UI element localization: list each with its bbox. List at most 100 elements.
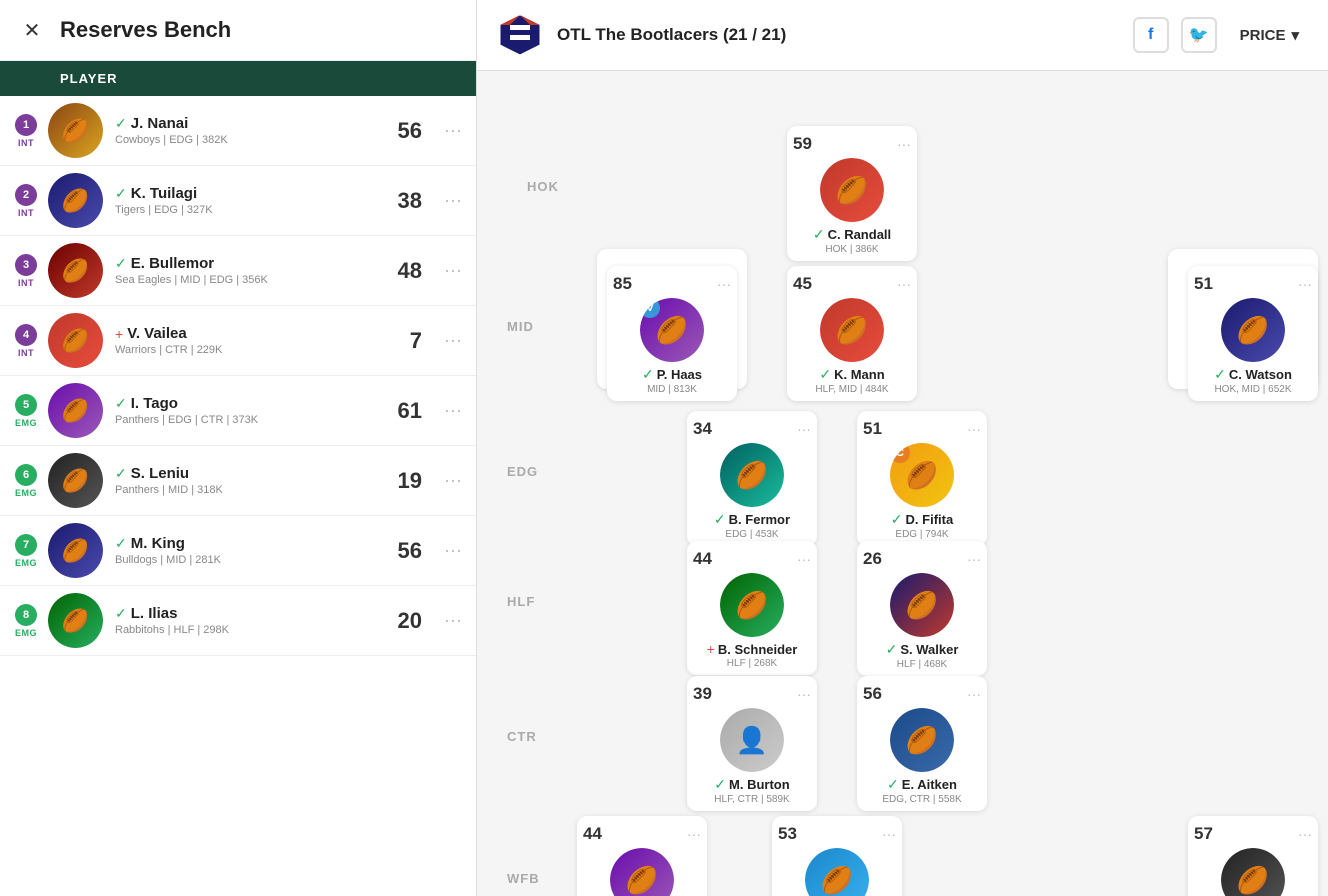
- card-top-schneider: 44 ···: [693, 549, 811, 569]
- avatar-img-fermor: 🏉: [720, 443, 784, 507]
- status-icon-burton: ✓: [714, 776, 726, 793]
- more-fermor[interactable]: ···: [797, 421, 811, 437]
- close-button[interactable]: ✕: [18, 16, 46, 44]
- avatar-schneider: 🏉: [720, 573, 784, 637]
- avatar-img: 🏉: [48, 593, 103, 648]
- name-watson: C. Watson: [1229, 367, 1292, 382]
- injury-icon: +: [115, 326, 123, 342]
- player-name-row: ✓ S. Leniu: [115, 465, 392, 482]
- player-card-hynes: 53 ··· 🏉 ✓ N. Hynes HLF, WFB | 612K: [772, 816, 902, 896]
- more-watson[interactable]: ···: [1298, 276, 1312, 292]
- card-top-mann: 45 ···: [793, 274, 911, 294]
- player-row: 6 EMG 🏉 ✓ S. Leniu Panthers | MID | 318K…: [0, 446, 476, 516]
- more-randall[interactable]: ···: [897, 136, 911, 152]
- badge-col: 4 INT: [10, 324, 42, 358]
- price-label: PRICE: [1240, 27, 1286, 44]
- avatar-img-mann: 🏉: [820, 298, 884, 362]
- player-meta: Panthers | EDG | CTR | 373K: [115, 414, 392, 426]
- avatar-img: 🏉: [48, 383, 103, 438]
- name-row-mann: ✓ K. Mann: [819, 366, 884, 383]
- player-card-walker: 26 ··· 🏉 ✓ S. Walker HLF | 468K: [857, 541, 987, 676]
- more-options-button[interactable]: ···: [440, 186, 466, 215]
- avatar-img: 🏉: [48, 103, 103, 158]
- zone-wfb: WFB: [507, 871, 540, 886]
- player-score: 19: [398, 468, 422, 494]
- badge-number: 1: [15, 114, 37, 136]
- more-mann[interactable]: ···: [897, 276, 911, 292]
- badge-number: 4: [15, 324, 37, 346]
- player-row: 2 INT 🏉 ✓ K. Tuilagi Tigers | EDG | 327K…: [0, 166, 476, 236]
- name-row-schneider: + B. Schneider: [707, 641, 798, 657]
- avatar-hynes: 🏉: [805, 848, 869, 896]
- more-crichton[interactable]: ···: [1298, 826, 1312, 842]
- player-column-header: PLAYER: [0, 61, 476, 96]
- more-options-button[interactable]: ···: [440, 256, 466, 285]
- more-aitken[interactable]: ···: [967, 686, 981, 702]
- more-walker[interactable]: ···: [967, 551, 981, 567]
- avatar-burton: 👤: [720, 708, 784, 772]
- reserves-bench-panel: ✕ Reserves Bench PLAYER 1 INT 🏉 ✓ J. Nan…: [0, 0, 477, 896]
- more-burton[interactable]: ···: [797, 686, 811, 702]
- score-fifita: 51: [863, 419, 882, 439]
- player-meta: Sea Eagles | MID | EDG | 356K: [115, 274, 392, 286]
- status-icon: ✓: [115, 395, 127, 412]
- card-top-burton: 39 ···: [693, 684, 811, 704]
- player-info: ✓ M. King Bulldogs | MID | 281K: [109, 535, 392, 566]
- player-name: J. Nanai: [131, 115, 189, 132]
- player-info: ✓ S. Leniu Panthers | MID | 318K: [109, 465, 392, 496]
- badge-col: 7 EMG: [10, 534, 42, 568]
- player-info: ✓ J. Nanai Cowboys | EDG | 382K: [109, 115, 392, 146]
- player-card-mann: 45 ··· 🏉 ✓ K. Mann HLF, MID | 484K: [787, 266, 917, 401]
- price-dropdown[interactable]: PRICE ▾: [1229, 19, 1310, 51]
- score-burton: 39: [693, 684, 712, 704]
- card-top-aitken: 56 ···: [863, 684, 981, 704]
- player-avatar: 🏉: [48, 313, 103, 368]
- badge-col: 3 INT: [10, 254, 42, 288]
- player-card-aitken: 56 ··· 🏉 ✓ E. Aitken EDG, CTR | 558K: [857, 676, 987, 811]
- score-crichton: 57: [1194, 824, 1213, 844]
- meta-randall: HOK | 386K: [825, 244, 878, 255]
- more-fifita[interactable]: ···: [967, 421, 981, 437]
- twitter-button[interactable]: 🐦: [1181, 17, 1217, 53]
- more-options-button[interactable]: ···: [440, 606, 466, 635]
- score-hynes: 53: [778, 824, 797, 844]
- player-name: E. Bullemor: [131, 255, 214, 272]
- status-icon-fifita: ✓: [891, 511, 903, 528]
- status-icon: ✓: [115, 535, 127, 552]
- avatar-papenhuyzen: 🏉: [610, 848, 674, 896]
- more-hynes[interactable]: ···: [882, 826, 896, 842]
- badge-number: 5: [15, 394, 37, 416]
- name-row-burton: ✓ M. Burton: [714, 776, 789, 793]
- player-meta: Rabbitohs | HLF | 298K: [115, 624, 392, 636]
- meta-aitken: EDG, CTR | 558K: [882, 794, 961, 805]
- player-list: 1 INT 🏉 ✓ J. Nanai Cowboys | EDG | 382K …: [0, 96, 476, 896]
- badge-col: 2 INT: [10, 184, 42, 218]
- player-score: 20: [398, 608, 422, 634]
- score-mann: 45: [793, 274, 812, 294]
- badge-col: 1 INT: [10, 114, 42, 148]
- badge-number: 7: [15, 534, 37, 556]
- more-options-button[interactable]: ···: [440, 536, 466, 565]
- more-options-button[interactable]: ···: [440, 396, 466, 425]
- status-icon: ✓: [115, 115, 127, 132]
- more-options-button[interactable]: ···: [440, 116, 466, 145]
- player-card-fermor: 34 ··· 🏉 ✓ B. Fermor EDG | 453K: [687, 411, 817, 546]
- player-name: I. Tago: [131, 395, 178, 412]
- score-randall: 59: [793, 134, 812, 154]
- more-options-button[interactable]: ···: [440, 466, 466, 495]
- more-options-button[interactable]: ···: [440, 326, 466, 355]
- more-schneider[interactable]: ···: [797, 551, 811, 567]
- more-haas[interactable]: ···: [717, 276, 731, 292]
- twitter-icon: 🐦: [1189, 25, 1209, 45]
- meta-fermor: EDG | 453K: [725, 529, 778, 540]
- badge-number: 8: [15, 604, 37, 626]
- player-card-haas: 85 ··· 🏉 V ✓ P. Haas MID | 813K: [607, 266, 737, 401]
- more-papenhuyzen[interactable]: ···: [687, 826, 701, 842]
- status-icon-randall: ✓: [813, 226, 825, 243]
- panel-title: Reserves Bench: [60, 17, 231, 43]
- player-card-schneider: 44 ··· 🏉 + B. Schneider HLF | 268K: [687, 541, 817, 675]
- avatar-img-papenhuyzen: 🏉: [610, 848, 674, 896]
- card-top-randall: 59 ···: [793, 134, 911, 154]
- card-top-watson: 51 ···: [1194, 274, 1312, 294]
- facebook-button[interactable]: f: [1133, 17, 1169, 53]
